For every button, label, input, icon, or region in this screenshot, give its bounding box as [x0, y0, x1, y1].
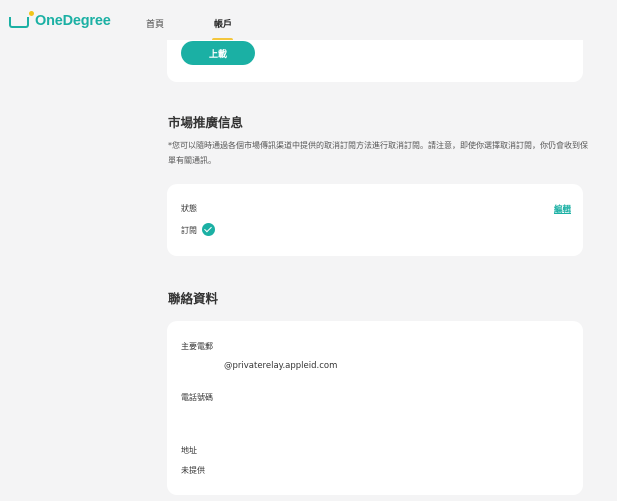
- marketing-status-card: 狀態 編輯 訂閱: [167, 184, 583, 256]
- nav-item-account[interactable]: 帳戶: [214, 17, 232, 30]
- nav-item-home[interactable]: 首頁: [146, 17, 164, 30]
- upload-button[interactable]: 上載: [181, 41, 255, 65]
- top-navigation-bar: OneDegree 首頁 帳戶: [0, 0, 617, 43]
- status-value: 訂閱: [181, 226, 197, 235]
- edit-link[interactable]: 編輯: [554, 203, 571, 215]
- profile-card: 上載: [167, 40, 583, 82]
- address-value: 未提供: [181, 466, 205, 475]
- email-label: 主要電郵: [181, 342, 213, 351]
- address-label: 地址: [181, 446, 197, 455]
- phone-label: 電話號碼: [181, 393, 213, 402]
- status-label: 狀態: [181, 204, 197, 213]
- marketing-note: *您可以隨時通過各個市場傳訊渠道中提供的取消訂閱方法進行取消訂閱。請注意，即使你…: [168, 141, 588, 165]
- marketing-section-title: 市場推廣信息: [168, 115, 244, 130]
- contact-section-title: 聯絡資料: [168, 291, 219, 306]
- logo-mark-icon: [9, 10, 34, 28]
- check-circle-icon: [202, 223, 215, 236]
- logo-text: OneDegree: [35, 13, 111, 29]
- contact-card: 主要電郵 @privaterelay.appleid.com 電話號碼 地址 未…: [167, 321, 583, 495]
- onedegree-logo[interactable]: OneDegree: [9, 10, 111, 31]
- email-value: @privaterelay.appleid.com: [224, 361, 338, 371]
